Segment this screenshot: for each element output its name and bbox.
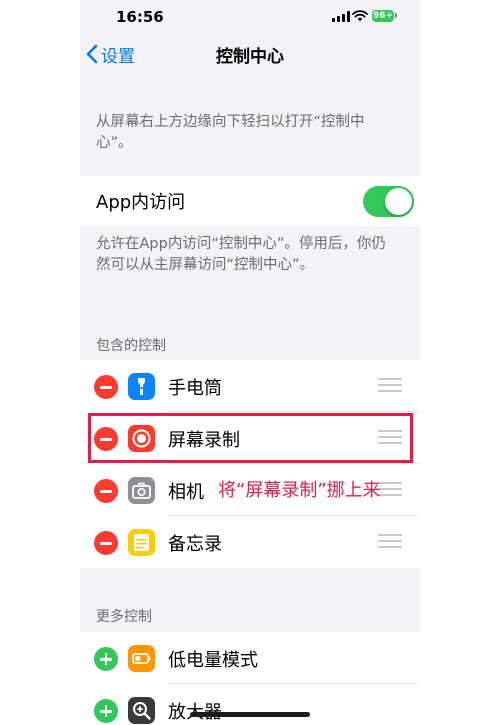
navigation-bar: 设置 控制中心	[80, 32, 420, 76]
access-in-apps-card: App内访问	[80, 176, 420, 226]
access-in-apps-label: App内访问	[96, 192, 186, 213]
included-row-flashlight: 手电筒	[80, 360, 420, 412]
wifi-icon	[352, 10, 368, 22]
included-row-notes: 备忘录	[80, 516, 420, 568]
add-button[interactable]	[94, 699, 118, 723]
annotation-highlight-box	[88, 413, 413, 463]
add-button[interactable]	[94, 647, 118, 671]
battery-tip	[395, 13, 397, 18]
flashlight-icon	[128, 373, 155, 400]
swipe-description: 从屏幕右上方边缘向下轻扫以打开“控制中心”。	[96, 114, 365, 151]
access-in-apps-toggle[interactable]	[363, 186, 414, 217]
status-bar: 16:56 96+	[80, 0, 420, 32]
control-label: 低电量模式	[168, 650, 258, 671]
back-label: 设置	[101, 46, 135, 67]
camera-icon	[128, 477, 155, 504]
access-in-apps-row: App内访问	[80, 176, 420, 226]
control-label: 备忘录	[168, 534, 222, 555]
cellular-signal-icon	[332, 11, 350, 22]
more-row-magnifier: 放大器	[80, 684, 420, 725]
low-power-mode-icon	[128, 645, 155, 672]
phone-screen: 16:56 96+ 设置 控制中心 从屏幕右上方边缘向下轻扫以打开“控制中心”。…	[80, 0, 420, 725]
annotation-text: 将“屏幕录制”挪上来	[218, 480, 381, 501]
battery-icon: 96+	[372, 10, 394, 22]
included-controls-list: 手电筒 屏幕录制 相机 备忘录	[80, 360, 420, 568]
control-label: 相机	[168, 482, 204, 503]
remove-button[interactable]	[94, 375, 118, 399]
reorder-handle-icon[interactable]	[378, 377, 402, 393]
reorder-handle-icon[interactable]	[378, 533, 402, 549]
remove-button[interactable]	[94, 479, 118, 503]
back-button[interactable]: 设置	[86, 41, 135, 67]
chevron-left-icon	[86, 44, 98, 64]
included-controls-header: 包含的控制	[96, 338, 166, 354]
more-row-low-power-mode: 低电量模式	[80, 632, 420, 684]
more-controls-header: 更多控制	[96, 609, 152, 625]
status-time: 16:56	[116, 8, 164, 26]
control-label: 手电筒	[168, 378, 222, 399]
notes-icon	[128, 529, 155, 556]
home-indicator[interactable]	[190, 712, 310, 717]
toggle-knob	[385, 188, 412, 215]
access-description: 允许在App内访问“控制中心”。停用后，你仍然可以从主屏幕访问“控制中心”。	[96, 236, 386, 273]
remove-button[interactable]	[94, 531, 118, 555]
reorder-handle-icon[interactable]	[378, 481, 402, 497]
control-label: 放大器	[168, 698, 222, 724]
magnifier-icon	[128, 697, 155, 724]
